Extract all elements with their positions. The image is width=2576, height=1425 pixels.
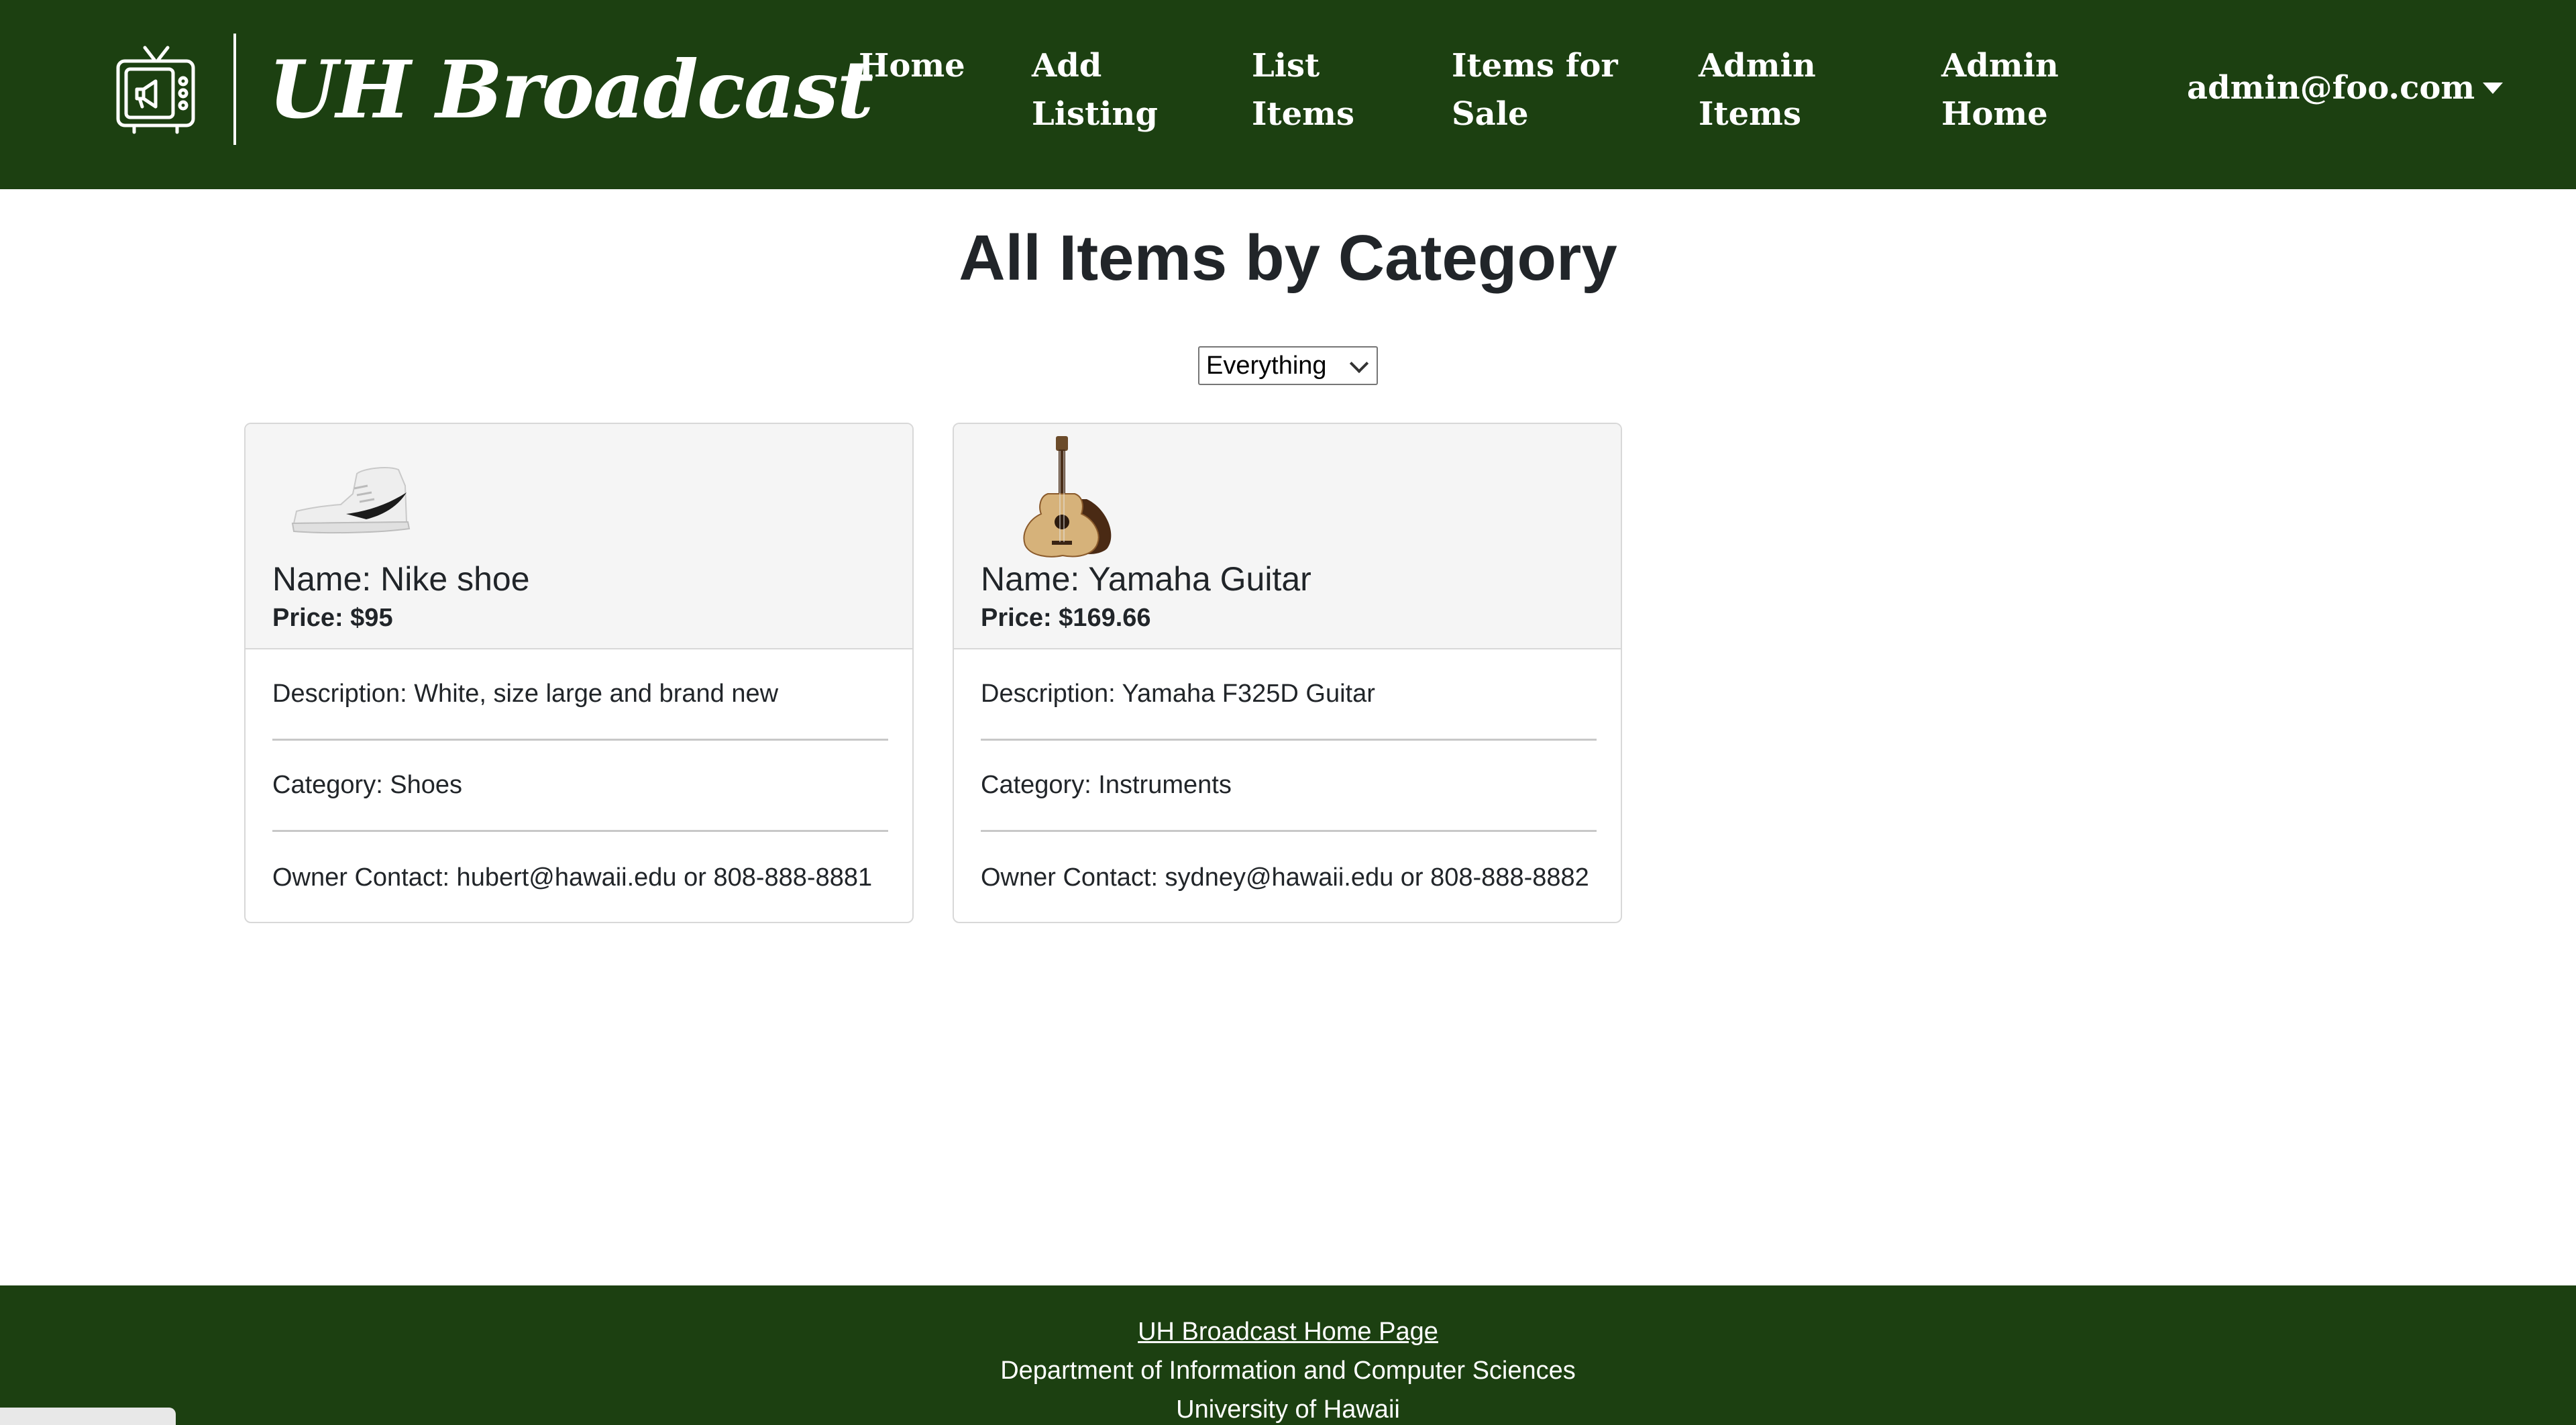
- status-tab: [0, 1408, 176, 1425]
- item-card: Name: Yamaha Guitar Price: $169.66 Descr…: [953, 423, 1622, 923]
- user-dropdown[interactable]: admin@foo.com: [2187, 66, 2504, 110]
- nav-home-link[interactable]: Home: [859, 42, 965, 90]
- card-body: Description: Yamaha F325D Guitar Categor…: [981, 649, 1597, 922]
- guitar-image: [1023, 436, 1112, 558]
- category-select-value: Everything: [1206, 351, 1327, 380]
- footer: UH Broadcast Home Page Department of Inf…: [0, 1285, 2576, 1425]
- footer-university: University of Hawaii: [1176, 1395, 1400, 1424]
- nav-add-listing-link[interactable]: Add Listing: [1032, 42, 1193, 138]
- navbar: UH Broadcast Home Add Listing List Items…: [0, 0, 2576, 189]
- card-body: Description: White, size large and brand…: [272, 649, 888, 922]
- caret-down-icon: [2483, 82, 2504, 94]
- nav-admin-items-link[interactable]: Admin Items: [1699, 42, 1866, 138]
- item-description: Description: Yamaha F325D Guitar: [981, 649, 1597, 741]
- item-owner-contact: Owner Contact: sydney@hawaii.edu or 808-…: [981, 863, 1589, 892]
- chevron-down-icon: [1349, 354, 1369, 374]
- footer-department: Department of Information and Computer S…: [1000, 1357, 1576, 1385]
- card-header: Name: Yamaha Guitar Price: $169.66: [954, 424, 1621, 649]
- user-email: admin@foo.com: [2187, 69, 2475, 107]
- item-description: Description: White, size large and brand…: [272, 649, 888, 741]
- sneaker-image: [291, 467, 411, 534]
- item-price: Price: $95: [272, 604, 393, 632]
- brand[interactable]: UH Broadcast: [114, 32, 873, 146]
- item-owner-contact: Owner Contact: hubert@hawaii.edu or 808-…: [272, 863, 873, 892]
- item-name: Name: Yamaha Guitar: [981, 560, 1311, 598]
- tv-megaphone-icon: [116, 46, 195, 134]
- nav-items-for-sale-link[interactable]: Items for Sale: [1452, 42, 1646, 138]
- nav-admin-home-link[interactable]: Admin Home: [1941, 42, 2096, 138]
- category-select[interactable]: Everything: [1198, 346, 1378, 385]
- item-name: Name: Nike shoe: [272, 560, 530, 598]
- brand-title: UH Broadcast: [268, 42, 873, 136]
- footer-home-link[interactable]: UH Broadcast Home Page: [0, 1314, 2576, 1350]
- nav-list-items-link[interactable]: List Items: [1252, 42, 1386, 138]
- item-price: Price: $169.66: [981, 604, 1151, 632]
- item-card: Name: Nike shoe Price: $95 Description: …: [244, 423, 914, 923]
- item-category: Category: Shoes: [272, 741, 888, 832]
- card-header: Name: Nike shoe Price: $95: [246, 424, 912, 649]
- brand-divider: [233, 34, 236, 145]
- item-category: Category: Instruments: [981, 741, 1597, 832]
- page-title: All Items by Category: [959, 222, 1617, 294]
